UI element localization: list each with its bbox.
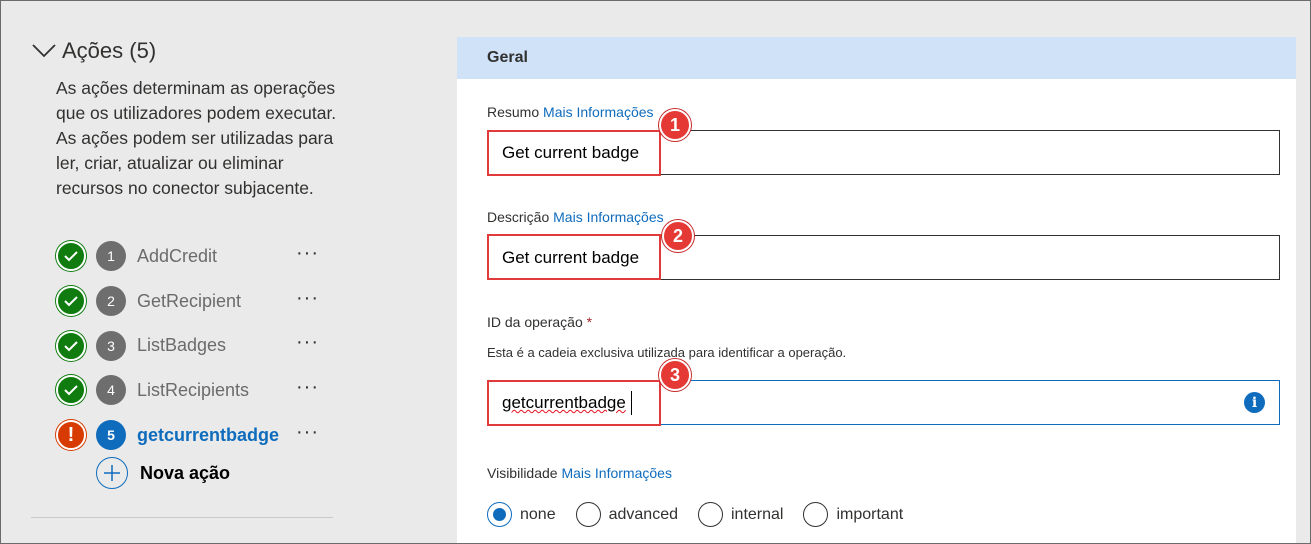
error-icon: ! (56, 420, 86, 451)
visibility-more-info-link[interactable]: Mais Informações (561, 465, 671, 481)
top-gap (457, 1, 1310, 37)
callout-badge-1: 1 (659, 109, 691, 141)
description-value: Get current badge (502, 248, 640, 267)
summary-value: Get current badge (502, 143, 640, 162)
operation-id-label-text: ID da operação (487, 314, 583, 330)
action-number: 3 (96, 330, 126, 361)
section-title: Ações (5) (62, 38, 157, 63)
general-section-header: Geral (457, 37, 1296, 79)
more-icon[interactable]: ··· (296, 287, 319, 310)
action-number: 4 (96, 375, 126, 406)
action-label: AddCredit (137, 245, 218, 266)
more-icon[interactable]: ··· (296, 242, 319, 265)
operation-id-input[interactable]: getcurrentbadge i (487, 380, 1280, 425)
text-caret (631, 391, 632, 415)
action-label: ListRecipients (137, 379, 250, 400)
add-icon (96, 457, 128, 489)
add-action-label: Nova ação (140, 462, 231, 483)
action-label: GetRecipient (137, 290, 242, 311)
radio-label: internal (730, 505, 784, 523)
radio-button[interactable] (575, 502, 601, 527)
callout-badge-3: 3 (659, 359, 691, 391)
action-label: getcurrentbadge (137, 424, 280, 445)
radio-button[interactable] (487, 502, 512, 527)
radio-button[interactable] (803, 502, 829, 527)
visibility-radio-group: none advanced internal important (487, 502, 923, 527)
radio-advanced[interactable]: advanced (575, 502, 678, 527)
radio-internal[interactable]: internal (697, 502, 784, 527)
summary-input[interactable]: Get current badge (487, 130, 1280, 175)
operation-id-hint: Esta é a cadeia exclusiva utilizada para… (487, 345, 847, 360)
summary-label-text: Resumo (487, 104, 540, 120)
section-title: Geral (487, 49, 528, 66)
list-item[interactable]: 4 ListRecipients ··· (56, 368, 326, 413)
radio-none[interactable]: none (487, 502, 556, 527)
section-description: As ações determinam as operações que os … (56, 78, 337, 198)
list-item[interactable]: 3 ListBadges ··· (56, 323, 326, 368)
check-icon (56, 375, 86, 406)
chevron-down-icon (32, 44, 56, 58)
operation-id-value: getcurrentbadge (502, 393, 626, 412)
list-item-active[interactable]: ! 5 getcurrentbadge ··· (56, 413, 326, 458)
description-more-info-link[interactable]: Mais Informações (553, 209, 663, 225)
required-mark: * (586, 314, 593, 330)
operation-id-label: ID da operação * (487, 314, 592, 330)
right-gutter (1296, 1, 1310, 543)
check-icon (56, 286, 86, 317)
add-action-button[interactable]: Nova ação (96, 457, 230, 489)
radio-label: advanced (608, 505, 678, 523)
list-item[interactable]: 1 AddCredit ··· (56, 234, 326, 279)
callout-badge-2: 2 (662, 220, 694, 252)
divider (31, 517, 333, 518)
description-input[interactable]: Get current badge (487, 235, 1280, 280)
actions-section-toggle[interactable]: Ações (5) (30, 38, 156, 64)
description-label-text: Descrição (487, 209, 550, 225)
info-icon[interactable]: i (1244, 392, 1265, 413)
more-icon[interactable]: ··· (296, 421, 319, 444)
visibility-label-text: Visibilidade (487, 465, 558, 481)
action-label: ListBadges (137, 335, 227, 356)
radio-important[interactable]: important (803, 502, 903, 527)
more-icon[interactable]: ··· (296, 376, 319, 399)
actions-list: 1 AddCredit ··· 2 GetRecipient ··· 3 Lis… (56, 234, 326, 457)
action-number: 1 (96, 241, 126, 272)
list-item[interactable]: 2 GetRecipient ··· (56, 279, 326, 324)
action-number: 2 (96, 286, 126, 317)
radio-label: important (836, 505, 904, 523)
radio-label: none (520, 505, 556, 523)
action-number: 5 (96, 420, 126, 451)
check-icon (56, 330, 86, 361)
description-label: Descrição Mais Informações (487, 209, 664, 225)
more-icon[interactable]: ··· (296, 331, 319, 354)
radio-button[interactable] (697, 502, 723, 527)
visibility-label: Visibilidade Mais Informações (487, 465, 672, 481)
check-icon (56, 241, 86, 272)
summary-more-info-link[interactable]: Mais Informações (543, 104, 653, 120)
summary-label: Resumo Mais Informações (487, 104, 654, 120)
